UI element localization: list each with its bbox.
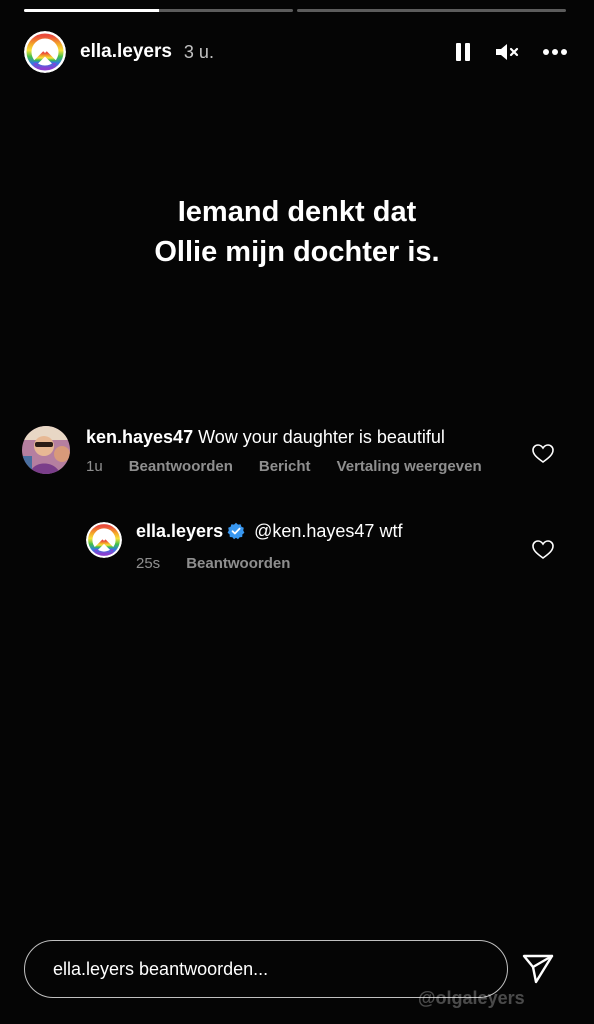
reply-input[interactable] — [51, 957, 475, 981]
comment-reply: ella.leyers @ken.hayes47 wtf 25s Beantwo… — [86, 520, 402, 572]
peace-icon — [24, 31, 66, 73]
send-icon[interactable] — [520, 950, 556, 991]
comment-time: 1u — [86, 458, 103, 475]
comment: ken.hayes47 Wow your daughter is beautif… — [22, 426, 482, 475]
watermark: @olgaleyers — [418, 988, 525, 1008]
story-header: ella.leyers 3 u. — [24, 28, 570, 76]
progress-segment — [297, 9, 566, 12]
comment-time: 25s — [136, 555, 161, 572]
story-progress — [24, 9, 566, 13]
comment-username[interactable]: ken.hayes47 — [86, 427, 193, 447]
peace-icon — [86, 522, 122, 558]
comment-text: @ken.hayes47 wtf — [254, 521, 403, 541]
story-caption: Iemand denkt dat Ollie mijn dochter is. — [0, 192, 594, 272]
heart-icon[interactable] — [532, 540, 554, 565]
message-link[interactable]: Bericht — [259, 458, 311, 475]
story-caption-line: Iemand denkt dat — [177, 196, 417, 228]
comment-username[interactable]: ella.leyers — [136, 521, 223, 541]
more-icon[interactable] — [542, 48, 568, 56]
reply-link[interactable]: Beantwoorden — [129, 458, 233, 475]
commenter-avatar[interactable] — [22, 426, 70, 474]
commenter-avatar[interactable] — [86, 522, 122, 558]
story-username[interactable]: ella.leyers — [80, 41, 172, 63]
pause-icon[interactable] — [454, 41, 472, 63]
verified-badge-icon — [227, 522, 245, 545]
profile-avatar[interactable] — [24, 31, 66, 73]
mute-icon[interactable] — [494, 41, 520, 63]
progress-segment — [24, 9, 293, 12]
story-viewer: ella.leyers 3 u. Iemand denkt dat Ollie … — [0, 0, 594, 1024]
heart-icon[interactable] — [532, 444, 554, 469]
translate-link[interactable]: Vertaling weergeven — [337, 458, 482, 475]
story-time: 3 u. — [183, 41, 214, 62]
story-caption-line: Ollie mijn dochter is. — [154, 236, 440, 268]
reply-link[interactable]: Beantwoorden — [186, 555, 290, 572]
comment-text: Wow your daughter is beautiful — [198, 427, 445, 447]
